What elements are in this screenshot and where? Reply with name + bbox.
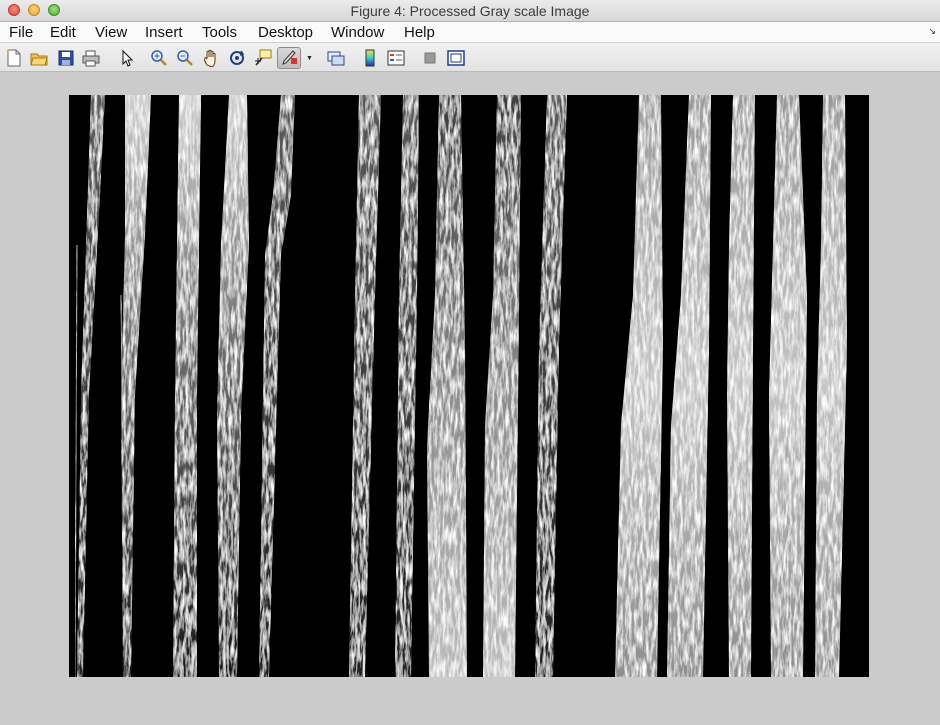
title-bar: Figure 4: Processed Gray scale Image: [0, 0, 940, 22]
link-plot-icon[interactable]: [327, 49, 345, 67]
zoom-in-icon[interactable]: [150, 49, 168, 67]
menu-file[interactable]: File: [9, 24, 33, 41]
pointer-icon[interactable]: [118, 49, 136, 67]
menu-insert[interactable]: Insert: [145, 24, 183, 41]
figure-toolbar: ▼: [0, 43, 940, 72]
grayscale-fiber-image: [69, 95, 869, 677]
menu-view[interactable]: View: [95, 24, 127, 41]
open-file-icon[interactable]: [30, 49, 48, 67]
legend-icon[interactable]: [387, 49, 405, 67]
image-axes[interactable]: [69, 95, 869, 677]
menu-help[interactable]: Help: [404, 24, 435, 41]
hide-plot-tools-icon[interactable]: [421, 49, 439, 67]
brush-icon[interactable]: [277, 47, 301, 69]
menu-edit[interactable]: Edit: [50, 24, 76, 41]
show-plot-tools-icon[interactable]: [447, 49, 465, 67]
menu-window[interactable]: Window: [331, 24, 384, 41]
menu-desktop[interactable]: Desktop: [258, 24, 313, 41]
data-cursor-icon[interactable]: [254, 49, 272, 67]
save-icon[interactable]: [57, 49, 75, 67]
colorbar-icon[interactable]: [361, 49, 379, 67]
brush-dropdown-icon[interactable]: ▼: [306, 55, 313, 62]
dock-arrow-icon[interactable]: ↘: [928, 26, 936, 37]
window-title: Figure 4: Processed Gray scale Image: [350, 3, 590, 19]
new-figure-icon[interactable]: [5, 49, 23, 67]
print-icon[interactable]: [82, 49, 100, 67]
menu-tools[interactable]: Tools: [202, 24, 237, 41]
rotate-3d-icon[interactable]: [228, 49, 246, 67]
pan-hand-icon[interactable]: [202, 49, 220, 67]
zoom-out-icon[interactable]: [176, 49, 194, 67]
menu-bar: File Edit View Insert Tools Desktop Wind…: [0, 22, 940, 43]
